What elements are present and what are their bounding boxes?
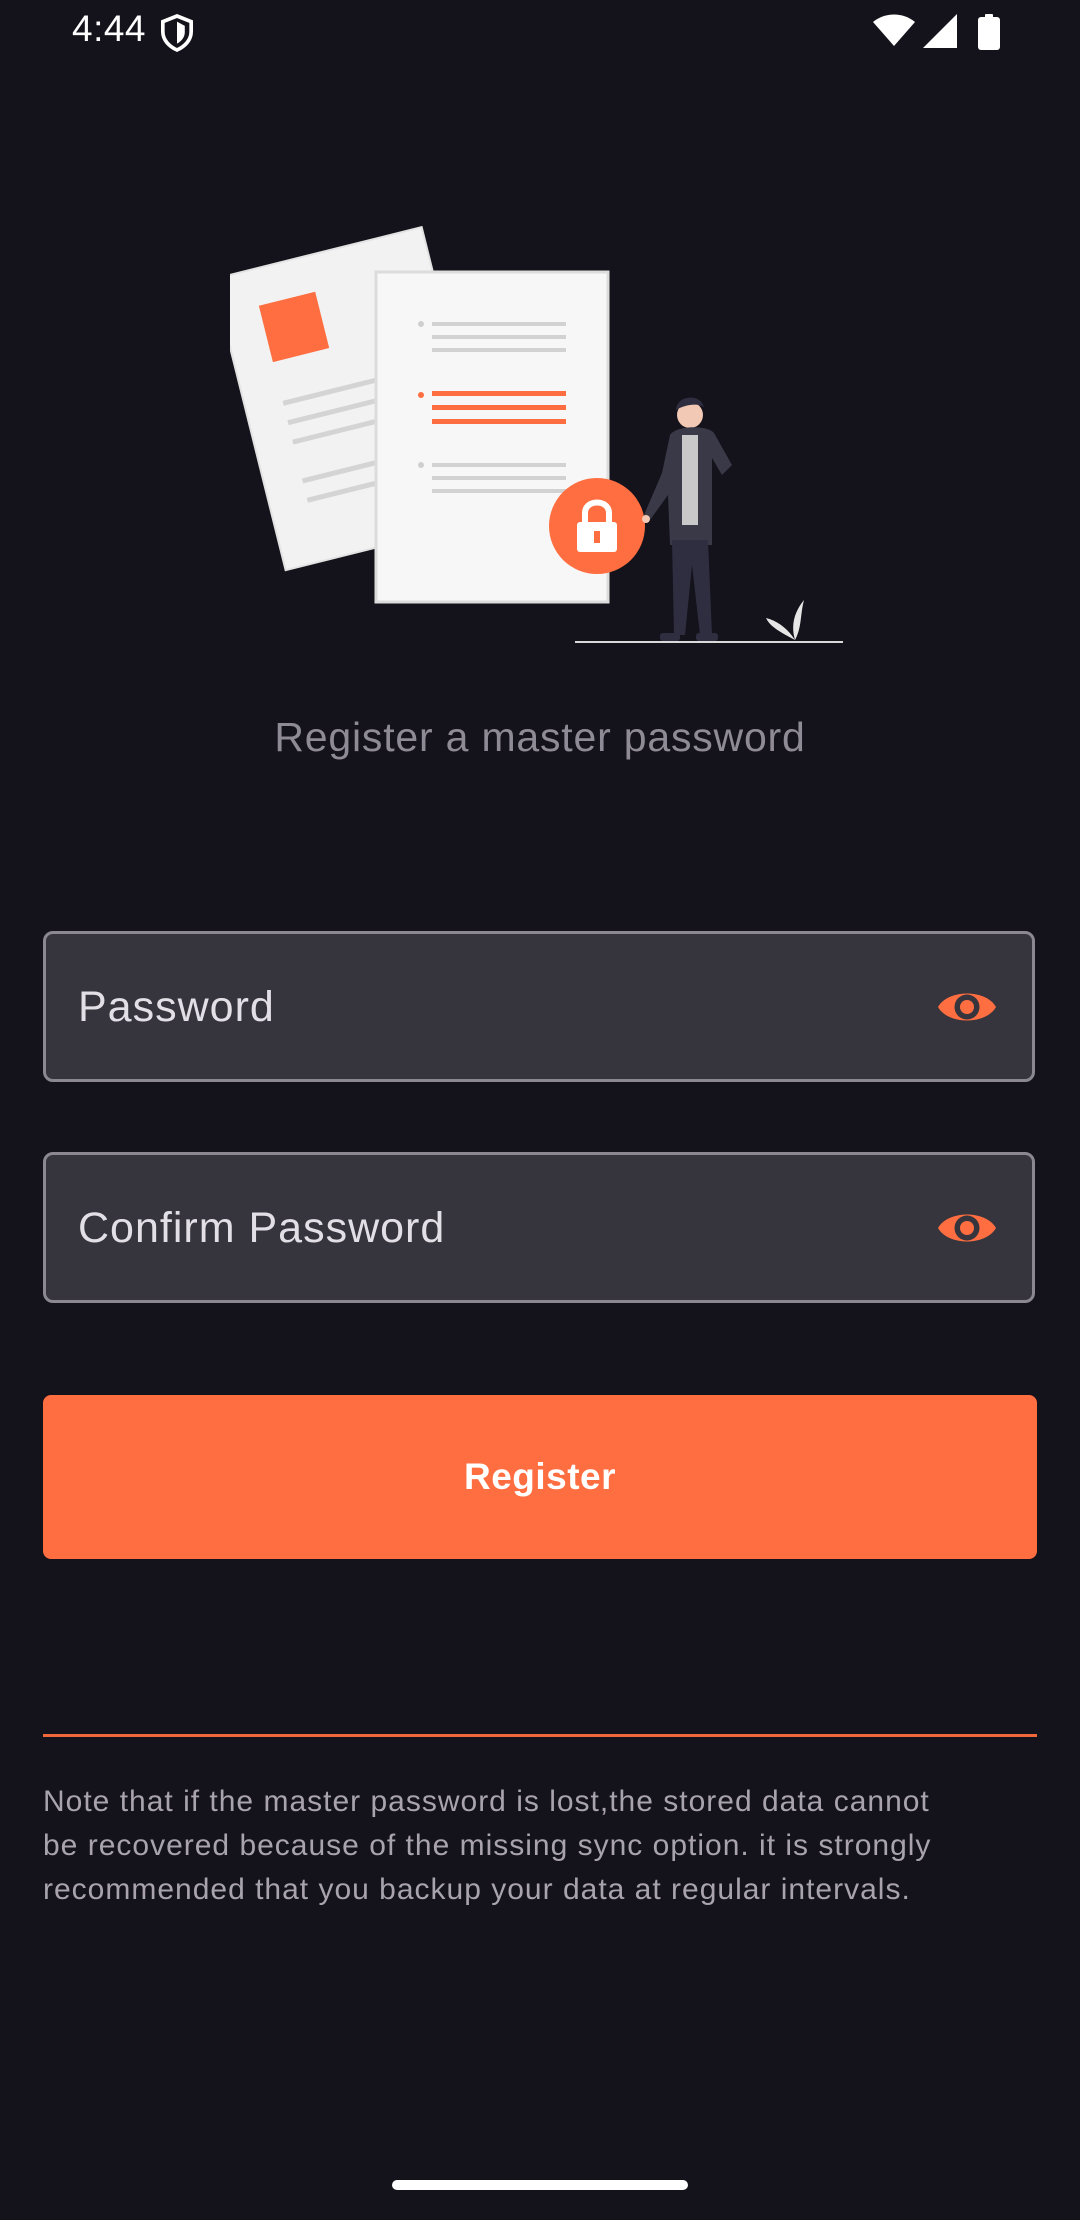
status-time: 4:44 (72, 8, 147, 49)
status-bar: 4:44 (0, 0, 1080, 64)
signal-icon (923, 14, 957, 48)
secure-documents-illustration (230, 225, 843, 643)
battery-icon (978, 14, 1000, 50)
confirm-password-field[interactable] (43, 1152, 1035, 1303)
confirm-password-input[interactable] (76, 1155, 900, 1302)
person-figure (642, 397, 732, 641)
backup-note: Note that if the master password is lost… (43, 1785, 932, 1906)
leaf-icon (766, 600, 804, 640)
lock-icon (549, 478, 645, 574)
wifi-icon (873, 14, 915, 46)
home-indicator[interactable] (392, 2180, 688, 2190)
register-button[interactable]: Register (43, 1395, 1037, 1559)
shield-icon (160, 14, 194, 52)
ground-line (575, 641, 843, 643)
eye-icon[interactable] (936, 985, 998, 1029)
page-subtitle: Register a master password (274, 714, 806, 760)
password-field[interactable] (43, 931, 1035, 1082)
password-input[interactable] (76, 934, 900, 1081)
divider (43, 1734, 1037, 1737)
eye-icon[interactable] (936, 1206, 998, 1250)
